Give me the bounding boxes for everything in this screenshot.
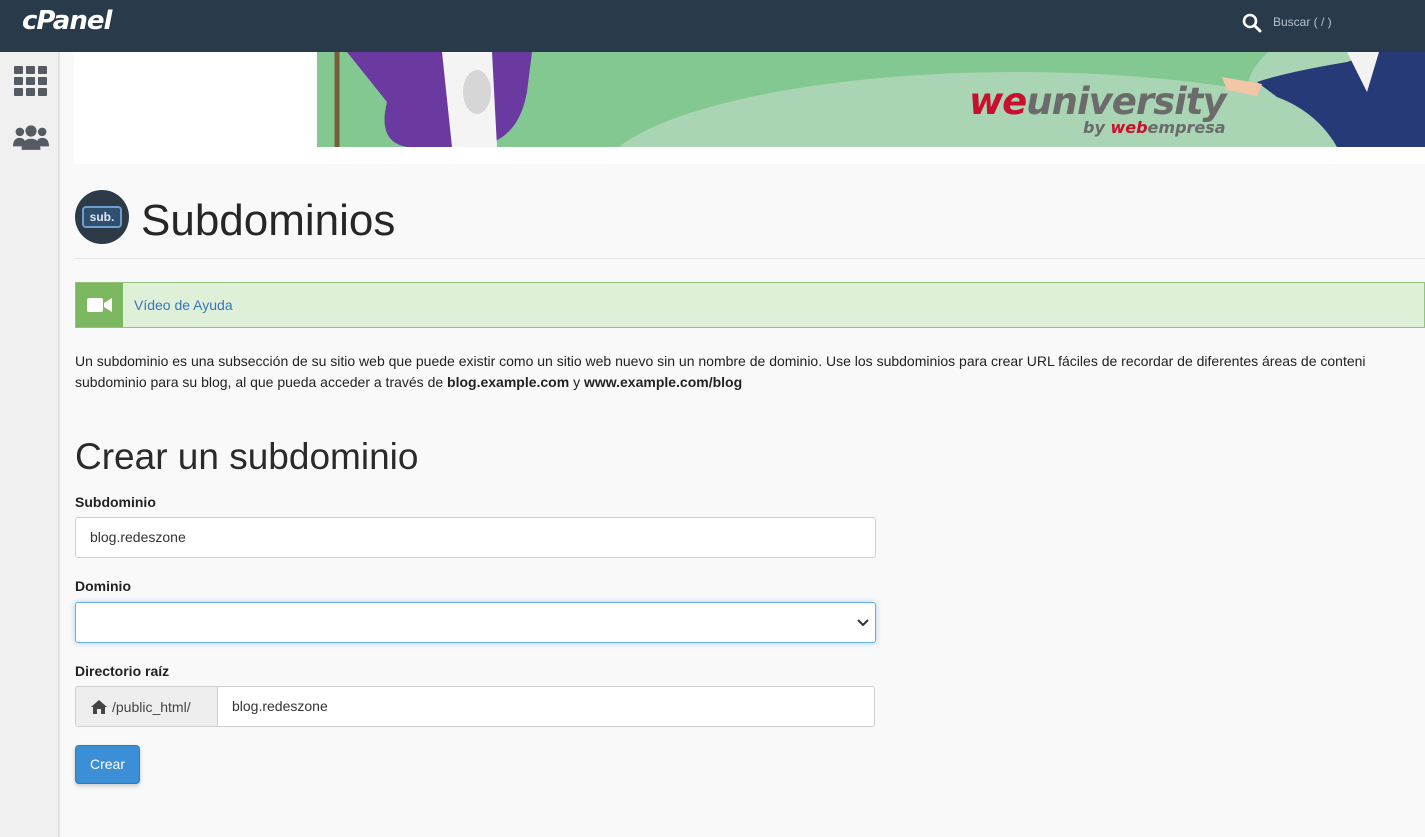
- description-joiner: y: [569, 374, 584, 390]
- search-input[interactable]: Buscar ( / ): [1273, 15, 1332, 29]
- description-line-2: subdominio para su blog, al que pueda ac…: [75, 372, 1425, 393]
- page-title: Subdominios: [141, 196, 396, 245]
- root-prefix-text: /public_html/: [112, 698, 191, 715]
- weuniversity-banner[interactable]: weuniversity by webempresa: [317, 52, 1425, 147]
- root-directory-label: Directorio raíz: [75, 663, 170, 679]
- subdomain-label: Subdominio: [75, 494, 156, 510]
- subdomain-input[interactable]: blog.redeszone: [75, 517, 876, 558]
- create-button[interactable]: Crear: [75, 745, 140, 784]
- example-path: www.example.com/blog: [583, 374, 743, 390]
- cpanel-logo[interactable]: cPanel: [22, 6, 112, 36]
- users-icon[interactable]: [13, 119, 49, 155]
- webempresa-logo: by webempresa: [1083, 118, 1226, 137]
- grid-icon[interactable]: [13, 63, 49, 99]
- description-line-2-text: subdominio para su blog, al que pueda ac…: [75, 374, 448, 390]
- root-directory-group: /public_html/ blog.redeszone: [75, 686, 875, 727]
- home-icon: [91, 699, 107, 714]
- domain-select[interactable]: [75, 602, 876, 643]
- top-navbar: cPanel Buscar ( / ): [0, 0, 1425, 52]
- help-video-link[interactable]: Vídeo de Ayuda: [134, 297, 233, 313]
- help-video-bar: Vídeo de Ayuda: [75, 282, 1425, 328]
- weuniversity-logo: weuniversity: [969, 80, 1227, 123]
- root-directory-prefix: /public_html/: [75, 686, 218, 727]
- root-directory-input[interactable]: blog.redeszone: [217, 686, 875, 727]
- search-box[interactable]: Buscar ( / ): [1240, 10, 1420, 40]
- page-icon-text: sub.: [82, 206, 122, 228]
- example-subdomain: blog.example.com: [447, 374, 570, 390]
- description-text: Un subdominio es una subsección de su si…: [75, 351, 1425, 393]
- create-subdomain-title: Crear un subdominio: [75, 436, 419, 477]
- sidebar: [0, 52, 60, 837]
- domain-label: Dominio: [75, 578, 131, 594]
- chevron-down-icon: [857, 619, 869, 627]
- subdomains-page-icon: sub.: [75, 190, 129, 244]
- divider: [75, 258, 1425, 259]
- video-camera-icon: [76, 283, 123, 327]
- description-line-1: Un subdominio es una subsección de su si…: [75, 353, 1366, 369]
- search-icon: [1242, 13, 1262, 33]
